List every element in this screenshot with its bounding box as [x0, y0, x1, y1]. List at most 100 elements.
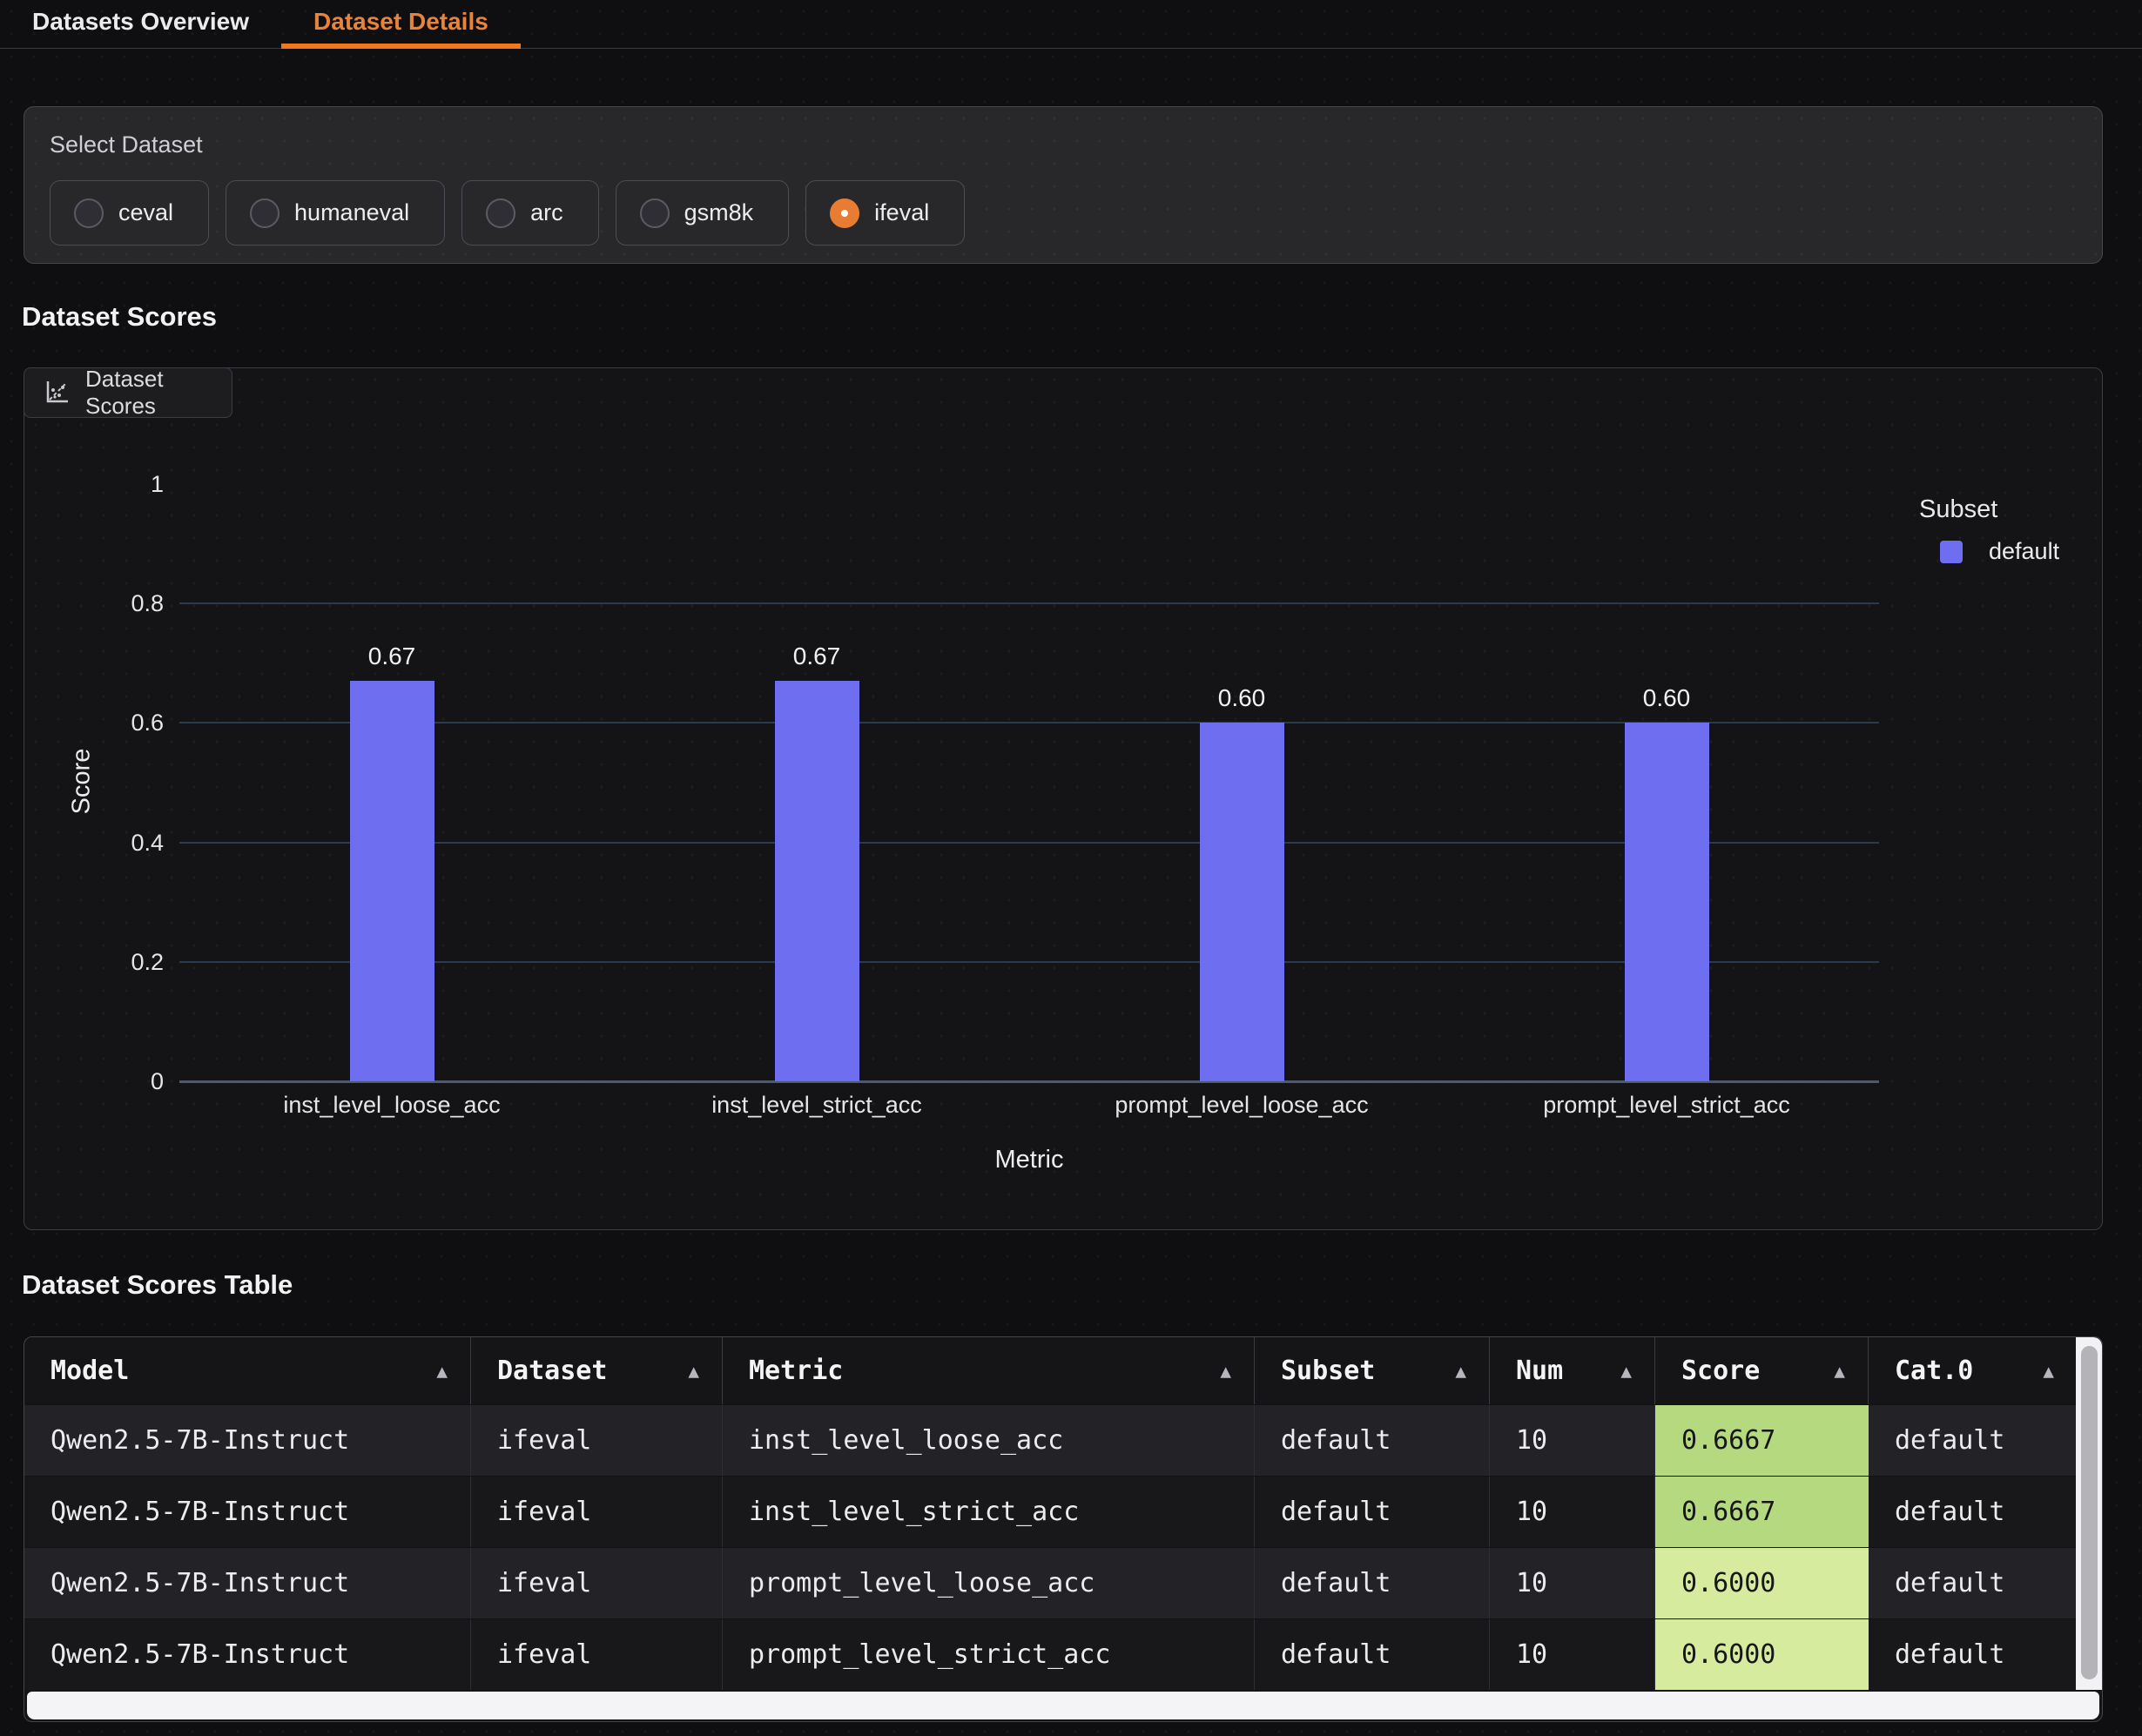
tab-dataset-details[interactable]: Dataset Details	[281, 0, 521, 49]
table-row: Qwen2.5-7B-Instructifevalprompt_level_lo…	[24, 1547, 2078, 1618]
cell-dataset: ifeval	[471, 1477, 723, 1547]
sort-ascending-icon[interactable]: ▲	[2043, 1361, 2077, 1382]
sort-ascending-icon[interactable]: ▲	[688, 1361, 722, 1382]
column-header-subset[interactable]: Subset ▲	[1255, 1337, 1490, 1404]
cell-cat0: default	[1869, 1477, 2078, 1547]
column-header-label: Num	[1516, 1356, 1563, 1386]
sort-ascending-icon[interactable]: ▲	[1620, 1361, 1654, 1382]
radio-gsm8k[interactable]: gsm8k	[616, 180, 790, 246]
cell-subset: default	[1255, 1405, 1490, 1476]
scatter-chart-icon	[42, 378, 71, 407]
cell-metric: prompt_level_loose_acc	[723, 1548, 1255, 1618]
x-axis-title: Metric	[925, 1146, 1134, 1174]
table-header-row: Model▲Dataset▲Metric▲Subset▲Num▲Score▲Ca…	[24, 1337, 2078, 1404]
cell-subset: default	[1255, 1477, 1490, 1547]
cell-cat0: default	[1869, 1405, 2078, 1476]
bar	[1200, 723, 1284, 1081]
y-axis-tick-label: 0.4	[103, 829, 164, 857]
cell-score: 0.6667	[1655, 1477, 1869, 1547]
radio-label: humaneval	[294, 199, 409, 226]
y-axis-title: Score	[67, 749, 96, 815]
bar-value-label: 0.60	[1606, 684, 1728, 712]
radio-unselected-icon	[486, 198, 515, 228]
table-row: Qwen2.5-7B-Instructifevalinst_level_stri…	[24, 1476, 2078, 1547]
column-header-dataset[interactable]: Dataset ▲	[471, 1337, 723, 1404]
vertical-scrollbar[interactable]	[2076, 1337, 2102, 1690]
cell-metric: prompt_level_strict_acc	[723, 1619, 1255, 1690]
column-header-label: Score	[1681, 1356, 1760, 1386]
cell-dataset: ifeval	[471, 1619, 723, 1690]
column-header-metric[interactable]: Metric ▲	[723, 1337, 1255, 1404]
column-header-label: Metric	[749, 1356, 843, 1386]
column-header-label: Dataset	[497, 1356, 607, 1386]
radio-label: arc	[530, 199, 563, 226]
horizontal-scrollbar[interactable]	[27, 1692, 2099, 1719]
legend-title: Subset	[1919, 495, 2059, 524]
cell-cat0: default	[1869, 1619, 2078, 1690]
top-tab-bar: Datasets Overview Dataset Details	[0, 0, 2142, 49]
chart-tab-label: Dataset Scores	[85, 366, 232, 420]
column-header-label: Subset	[1281, 1356, 1375, 1386]
cell-cat0: default	[1869, 1548, 2078, 1618]
bar	[350, 681, 434, 1081]
column-header-cat0[interactable]: Cat.0 ▲	[1869, 1337, 2078, 1404]
cell-num: 10	[1490, 1619, 1655, 1690]
cell-metric: inst_level_loose_acc	[723, 1405, 1255, 1476]
table-section-heading: Dataset Scores Table	[22, 1269, 293, 1301]
cell-subset: default	[1255, 1619, 1490, 1690]
column-header-num[interactable]: Num ▲	[1490, 1337, 1655, 1404]
radio-label: ifeval	[874, 199, 929, 226]
select-dataset-panel: Select Dataset cevalhumanevalarcgsm8kife…	[24, 106, 2103, 264]
radio-unselected-icon	[250, 198, 280, 228]
cell-dataset: ifeval	[471, 1405, 723, 1476]
gridline	[179, 602, 1879, 604]
table-row: Qwen2.5-7B-Instructifevalinst_level_loos…	[24, 1404, 2078, 1476]
column-header-label: Cat.0	[1895, 1356, 1973, 1386]
cell-model: Qwen2.5-7B-Instruct	[24, 1477, 471, 1547]
chart-panel: Dataset Scores 00.20.40.60.810.67inst_le…	[24, 367, 2103, 1230]
radio-ceval[interactable]: ceval	[50, 180, 209, 246]
bar	[1625, 723, 1709, 1081]
y-axis-tick-label: 0.2	[103, 948, 164, 976]
cell-num: 10	[1490, 1477, 1655, 1547]
cell-subset: default	[1255, 1548, 1490, 1618]
y-axis-tick-label: 0.6	[103, 709, 164, 737]
x-axis-category-label: inst_level_strict_acc	[590, 1092, 1043, 1119]
x-axis-category-label: inst_level_loose_acc	[165, 1092, 618, 1119]
table-row: Qwen2.5-7B-Instructifevalprompt_level_st…	[24, 1618, 2078, 1690]
cell-metric: inst_level_strict_acc	[723, 1477, 1255, 1547]
bar-value-label: 0.60	[1181, 684, 1303, 712]
radio-arc[interactable]: arc	[461, 180, 599, 246]
radio-label: gsm8k	[684, 199, 754, 226]
chart-type-tab[interactable]: Dataset Scores	[24, 367, 232, 418]
radio-unselected-icon	[74, 198, 104, 228]
radio-unselected-icon	[640, 198, 670, 228]
column-header-score[interactable]: Score ▲	[1655, 1337, 1869, 1404]
column-header-model[interactable]: Model ▲	[24, 1337, 471, 1404]
column-header-label: Model	[51, 1356, 129, 1386]
sort-ascending-icon[interactable]: ▲	[1834, 1361, 1868, 1382]
radio-label: ceval	[118, 199, 173, 226]
radio-ifeval[interactable]: ifeval	[805, 180, 965, 246]
sort-ascending-icon[interactable]: ▲	[1220, 1361, 1254, 1382]
y-axis-tick-label: 0.8	[103, 589, 164, 617]
vertical-scrollbar-thumb[interactable]	[2081, 1346, 2098, 1679]
sort-ascending-icon[interactable]: ▲	[436, 1361, 470, 1382]
x-axis-category-label: prompt_level_loose_acc	[1015, 1092, 1468, 1119]
cell-num: 10	[1490, 1405, 1655, 1476]
legend-entry-default[interactable]: default	[1940, 538, 2059, 565]
tab-datasets-overview[interactable]: Datasets Overview	[0, 0, 281, 49]
radio-selected-icon	[830, 198, 859, 228]
y-axis-tick-label: 1	[103, 470, 164, 498]
sort-ascending-icon[interactable]: ▲	[1455, 1361, 1489, 1382]
chart-section-heading: Dataset Scores	[22, 301, 217, 333]
cell-score: 0.6000	[1655, 1619, 1869, 1690]
cell-score: 0.6667	[1655, 1405, 1869, 1476]
cell-num: 10	[1490, 1548, 1655, 1618]
y-axis-tick-label: 0	[103, 1067, 164, 1095]
cell-dataset: ifeval	[471, 1548, 723, 1618]
x-axis-category-label: prompt_level_strict_acc	[1440, 1092, 1893, 1119]
radio-humaneval[interactable]: humaneval	[226, 180, 445, 246]
chart-legend: Subset default	[1919, 495, 2059, 565]
legend-entry-label: default	[1989, 538, 2059, 565]
